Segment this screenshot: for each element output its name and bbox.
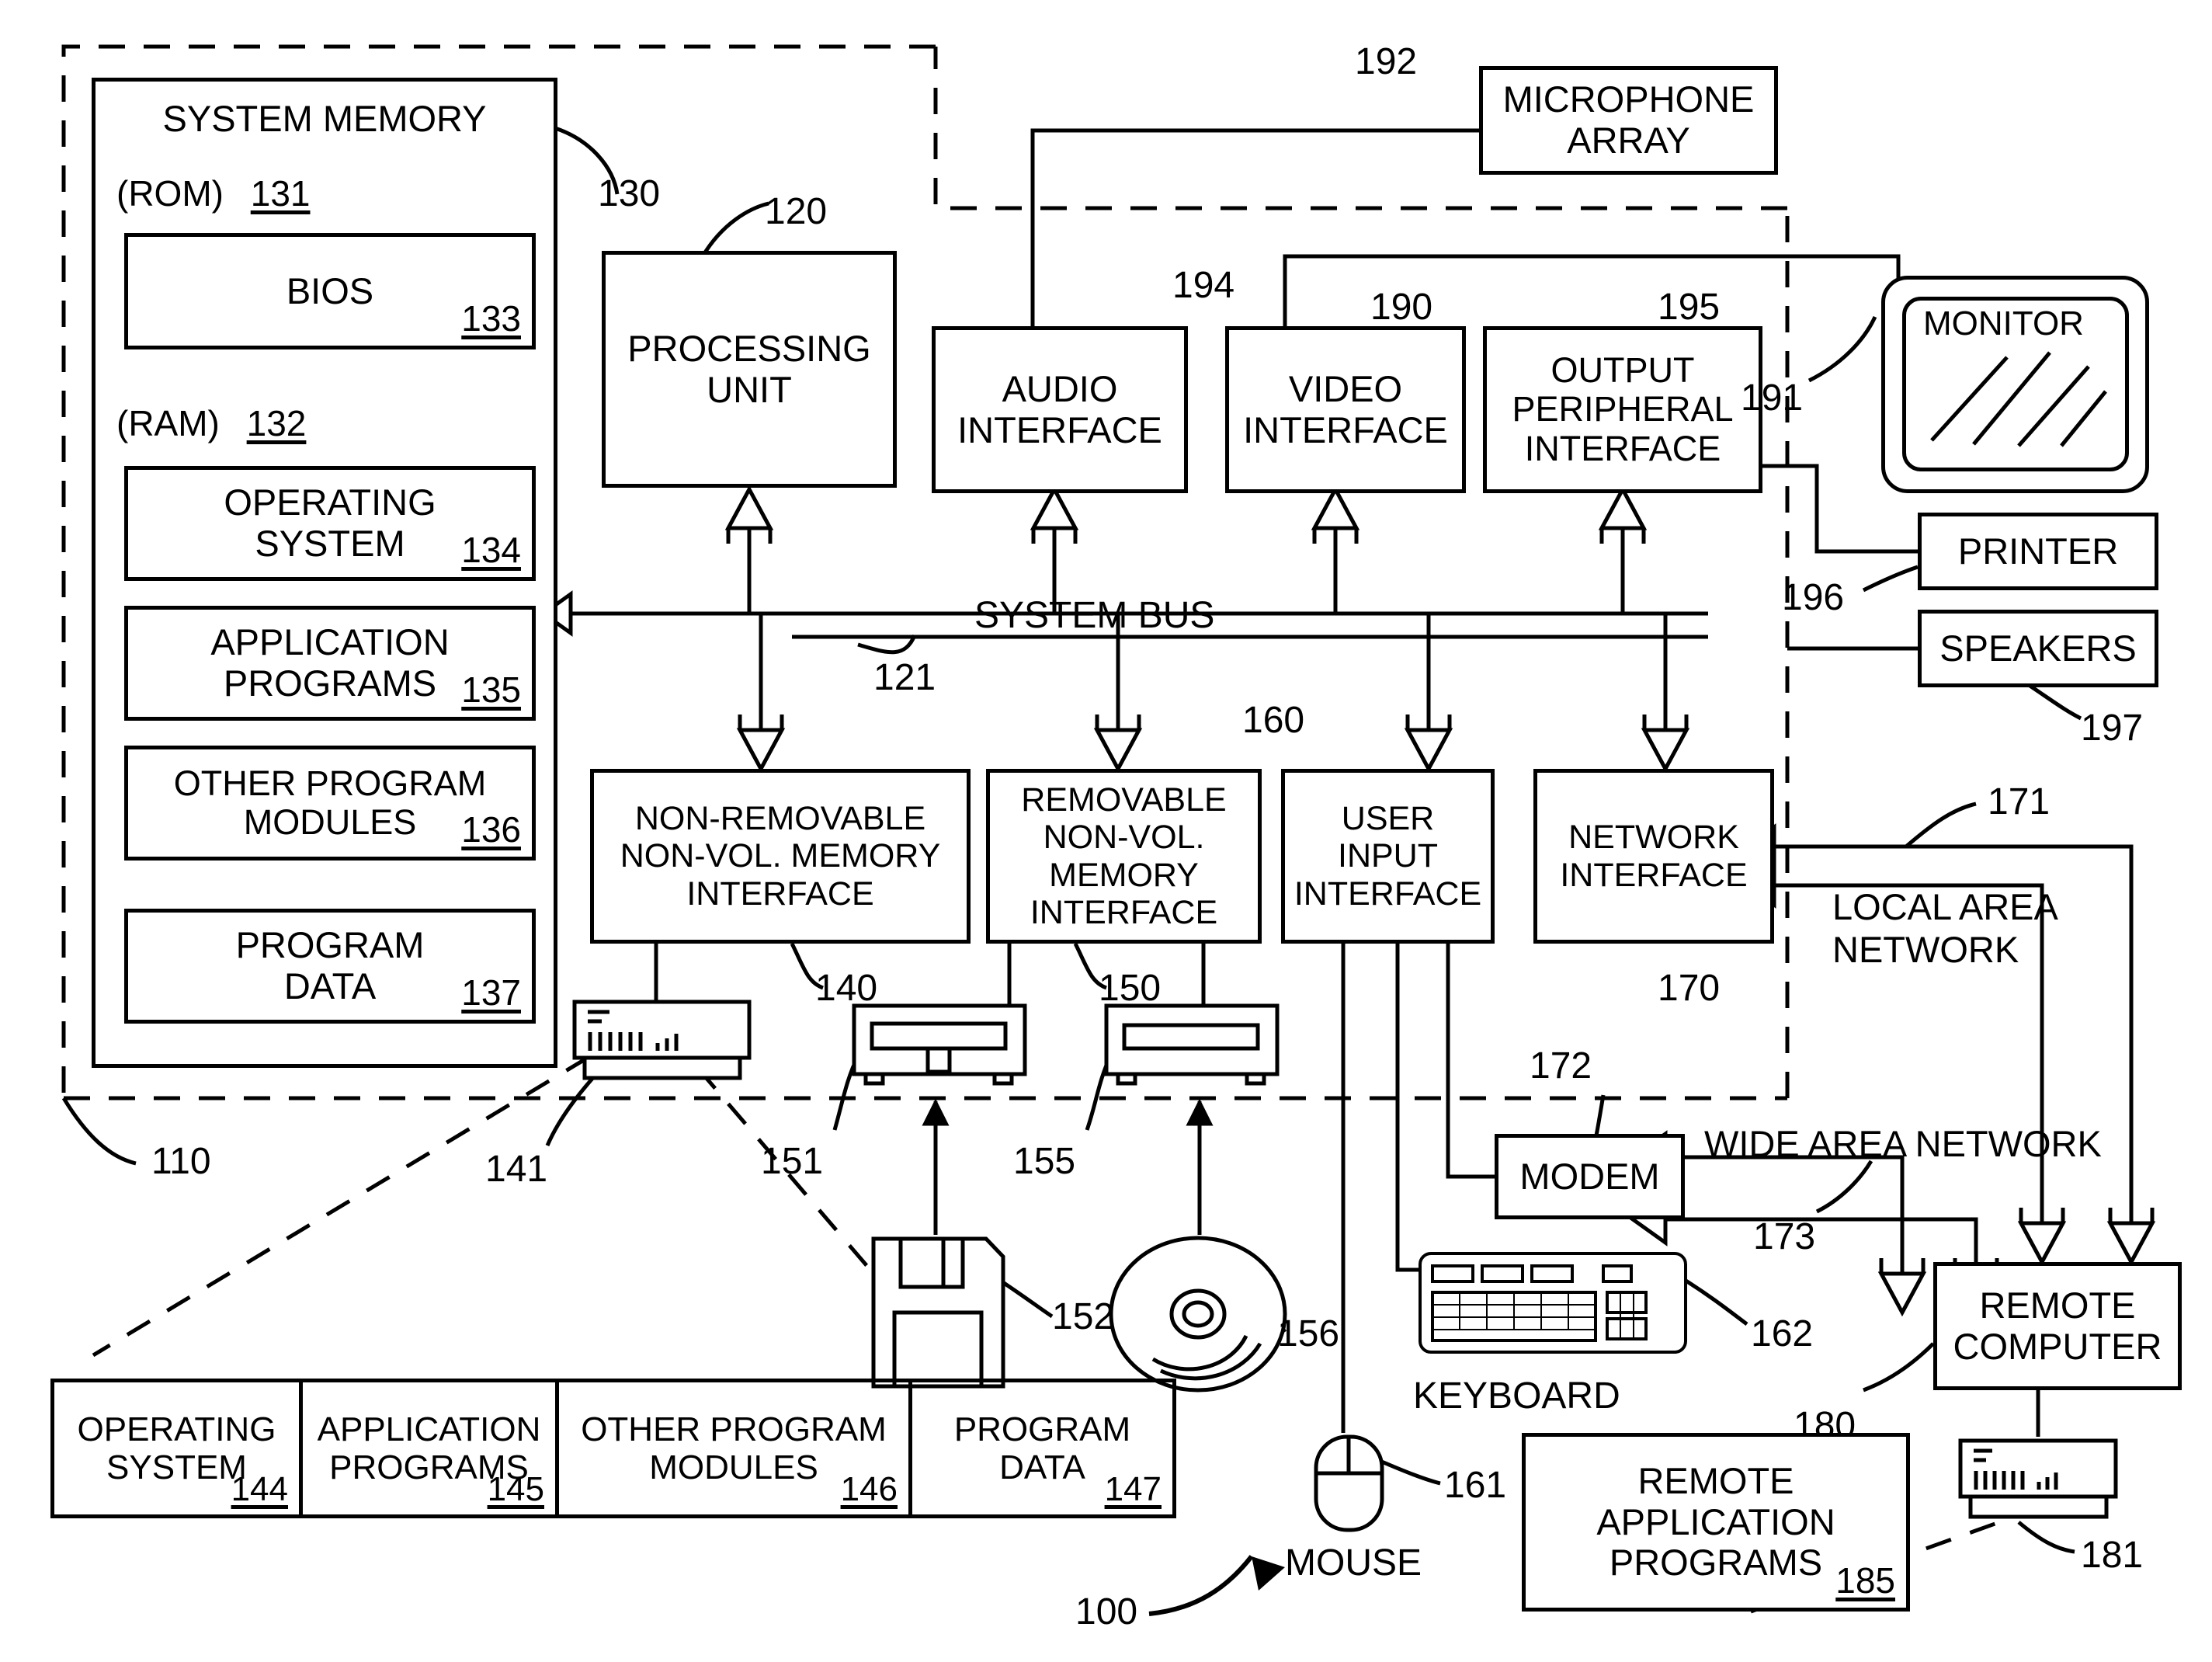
removable-memory-interface-box: REMOVABLE NON-VOL. MEMORY INTERFACE — [986, 769, 1262, 944]
rom-ref: 131 — [250, 173, 311, 214]
bios-ref: 133 — [461, 298, 521, 339]
system-bus-ref: 121 — [873, 657, 936, 698]
ram-operating-system-box: OPERATING SYSTEM 134 — [124, 466, 536, 581]
hard-disk-icon — [572, 1000, 752, 1080]
floppy-drive-icon — [852, 1003, 1027, 1086]
cd-drive-icon — [1104, 1003, 1280, 1086]
figure-ref: 100 — [1075, 1591, 1138, 1632]
video-interface-ref: 190 — [1370, 287, 1433, 328]
keyboard-ref: 162 — [1751, 1313, 1814, 1354]
bios-box: BIOS 133 — [124, 233, 536, 349]
audio-interface-ref: 194 — [1172, 265, 1235, 306]
monitor-glare-icon — [1930, 351, 2107, 447]
modem-box: MODEM — [1495, 1134, 1685, 1219]
table-cell-other-program-modules: OTHER PROGRAM MODULES 146 — [559, 1382, 912, 1514]
table-cell-program-data: PROGRAM DATA 147 — [953, 1410, 1162, 1508]
floppy-disk-ref: 152 — [1052, 1296, 1115, 1337]
user-input-interface-ref: 160 — [1242, 700, 1305, 741]
monitor-ref: 191 — [1741, 377, 1804, 419]
network-interface-box: NETWORK INTERFACE — [1533, 769, 1774, 944]
printer-box: PRINTER — [1918, 513, 2158, 590]
speakers-box: SPEAKERS — [1918, 610, 2158, 687]
hard-disk-ref: 141 — [485, 1149, 548, 1190]
local-area-network-label: LOCAL AREA NETWORK — [1832, 886, 2058, 970]
cd-disc-ref: 156 — [1277, 1313, 1340, 1354]
microphone-array-box: MICROPHONE ARRAY — [1479, 66, 1778, 175]
audio-interface-box: AUDIO INTERFACE — [932, 326, 1188, 493]
system-memory-ref: 130 — [598, 173, 661, 214]
local-area-network-ref: 171 — [1988, 781, 2051, 822]
cd-drive-ref: 155 — [1013, 1141, 1076, 1182]
remote-disk-ref: 181 — [2081, 1535, 2144, 1576]
table-cell-application-programs: APPLICATION PROGRAMS 145 — [303, 1382, 559, 1514]
network-interface-ref: 170 — [1658, 968, 1721, 1009]
table-cell-operating-system: OPERATING SYSTEM 144 — [54, 1382, 303, 1514]
rom-label: (ROM) 131 — [116, 173, 311, 214]
output-peripheral-interface-ref: 195 — [1658, 287, 1721, 328]
printer-ref: 196 — [1782, 577, 1845, 618]
ram-ref: 132 — [246, 403, 307, 443]
modem-ref: 172 — [1530, 1045, 1592, 1087]
keyboard-icon — [1419, 1252, 1687, 1354]
processing-unit-box: PROCESSING UNIT — [602, 251, 897, 488]
ram-program-data-box: PROGRAM DATA 137 — [124, 909, 536, 1024]
ram-other-program-modules-box: OTHER PROGRAM MODULES 136 — [124, 746, 536, 861]
mouse-icon — [1314, 1434, 1384, 1532]
ram-label: (RAM) 132 — [116, 403, 307, 443]
microphone-array-ref: 192 — [1355, 41, 1418, 82]
remote-computer-box: REMOTE COMPUTER — [1933, 1262, 2182, 1390]
computer-ref: 110 — [151, 1141, 211, 1182]
mouse-label: MOUSE — [1285, 1542, 1422, 1584]
keyboard-label: KEYBOARD — [1413, 1375, 1620, 1417]
user-input-interface-box: USER INPUT INTERFACE — [1281, 769, 1495, 944]
system-bus-label: SYSTEM BUS — [974, 595, 1215, 636]
patent-figure-computing-system: SYSTEM MEMORY (ROM) 131 BIOS 133 (RAM) 1… — [0, 0, 2212, 1662]
wide-area-network-ref: 173 — [1753, 1216, 1816, 1257]
floppy-drive-ref: 151 — [761, 1141, 824, 1182]
non-removable-memory-interface-box: NON-REMOVABLE NON-VOL. MEMORY INTERFACE — [590, 769, 971, 944]
bios-label: BIOS — [286, 269, 374, 311]
processing-unit-ref: 120 — [765, 191, 828, 232]
remote-disk-icon — [1958, 1438, 2118, 1519]
remote-application-programs-box: REMOTE APPLICATION PROGRAMS 185 — [1522, 1433, 1910, 1612]
video-interface-box: VIDEO INTERFACE — [1225, 326, 1466, 493]
ram-application-programs-box: APPLICATION PROGRAMS 135 — [124, 606, 536, 721]
speakers-ref: 197 — [2081, 708, 2144, 749]
mouse-ref: 161 — [1444, 1465, 1507, 1506]
floppy-disk-icon — [871, 1236, 1005, 1389]
storage-contents-table: OPERATING SYSTEM 144 APPLICATION PROGRAM… — [50, 1379, 1176, 1518]
output-peripheral-interface-box: OUTPUT PERIPHERAL INTERFACE — [1483, 326, 1762, 493]
wide-area-network-label: WIDE AREA NETWORK — [1704, 1123, 2102, 1164]
system-memory-title: SYSTEM MEMORY — [162, 98, 487, 139]
cd-disc-icon — [1109, 1236, 1287, 1393]
